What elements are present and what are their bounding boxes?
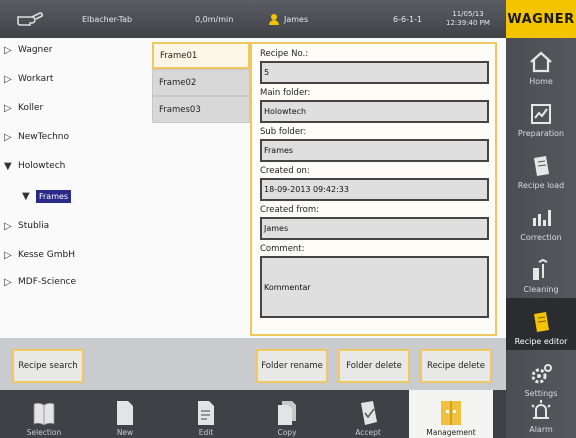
main-panel: ▷ Wagner ▷ Workart ▷ Koller ▷ NewTechno ▼ Hol…	[0, 38, 506, 338]
created-on-field[interactable]: 18-09-2013 09:42:33	[260, 178, 489, 201]
expand-arrow-icon[interactable]: ▷	[4, 103, 18, 114]
recipe-load-icon	[534, 156, 549, 176]
action-bar: Recipe search Folder rename Folder delet…	[0, 338, 506, 390]
top-bar: Elbacher-Tab 0,0m/min James 6-6-1-1 11/0…	[0, 0, 506, 38]
bottom-item-management[interactable]: Management	[409, 390, 493, 438]
user-icon	[269, 14, 279, 25]
tree-item-stublia[interactable]: ▷ Stublia	[4, 218, 49, 234]
folder-tree: ▷ Wagner ▷ Workart ▷ Koller ▷ NewTechno ▼ Hol…	[0, 38, 150, 338]
time: 12:39:40 PM	[446, 19, 490, 27]
sidebar-item-cleaning[interactable]: Cleaning	[506, 246, 576, 298]
recipe-no-field[interactable]: 5	[260, 61, 489, 84]
tree-item-mdf-science[interactable]: ▷ MDF-Science	[4, 274, 76, 290]
sidebar-item-preparation[interactable]: Preparation	[506, 90, 576, 142]
management-icon	[441, 401, 461, 425]
brand-logo: WAGNER	[506, 0, 576, 38]
sidebar-item-alarm[interactable]: Alarm	[506, 398, 576, 438]
main-folder-field[interactable]: Holowtech	[260, 100, 489, 123]
list-item[interactable]: Frames03	[152, 96, 250, 123]
accept-icon	[361, 401, 377, 425]
clock: 11/05/13 12:39:40 PM	[446, 0, 490, 38]
status-code: 6-6-1-1	[393, 14, 423, 24]
expand-arrow-icon[interactable]: ▷	[4, 74, 18, 85]
cleaning-icon	[533, 258, 548, 280]
comment-field[interactable]: Kommentar	[260, 256, 489, 318]
tree-item-koller[interactable]: ▷ Koller	[4, 100, 43, 116]
speed-readout: 0,0m/min	[195, 14, 234, 24]
edit-doc-icon	[198, 401, 214, 425]
expand-arrow-icon[interactable]: ▷	[4, 250, 18, 261]
sidebar-item-home[interactable]: Home	[506, 38, 576, 90]
sidebar-item-correction[interactable]: Correction	[506, 194, 576, 246]
home-icon	[530, 51, 552, 73]
recipe-list: Frame01 Frame02 Frames03	[152, 42, 250, 123]
tab-name: Elbacher-Tab	[82, 14, 133, 24]
recipe-delete-button[interactable]: Recipe delete	[420, 349, 492, 383]
recipe-details: Recipe No.: 5 Main folder: Holowtech Sub…	[250, 42, 497, 336]
list-item[interactable]: Frame01	[152, 42, 250, 69]
settings-icon	[531, 364, 552, 384]
collapse-arrow-icon[interactable]: ▼	[22, 191, 36, 202]
copy-icon	[278, 401, 296, 425]
user-name: James	[284, 14, 309, 24]
created-on-label: Created on:	[260, 166, 310, 176]
main-folder-label: Main folder:	[260, 88, 311, 98]
user-indicator[interactable]: James	[268, 0, 308, 38]
expand-arrow-icon[interactable]: ▷	[4, 132, 18, 143]
new-doc-icon	[117, 401, 133, 425]
preparation-icon	[531, 104, 551, 124]
sidebar-item-settings[interactable]: Settings	[506, 350, 576, 402]
collapse-arrow-icon[interactable]: ▼	[4, 161, 18, 172]
sidebar: Home Preparation Recipe load Correction …	[506, 38, 576, 438]
sub-folder-field[interactable]: Frames	[260, 139, 489, 162]
comment-label: Comment:	[260, 244, 305, 254]
created-from-field[interactable]: James	[260, 217, 489, 240]
expand-arrow-icon[interactable]: ▷	[4, 45, 18, 56]
bottom-item-selection[interactable]: Selection	[4, 390, 84, 438]
created-from-label: Created from:	[260, 205, 319, 215]
sidebar-item-recipe-load[interactable]: Recipe load	[506, 142, 576, 194]
bottom-item-copy[interactable]: Copy	[247, 390, 327, 438]
sub-folder-label: Sub folder:	[260, 127, 307, 137]
tree-item-holowtech[interactable]: ▼ Holowtech	[4, 158, 65, 174]
bottom-item-accept[interactable]: Accept	[328, 390, 408, 438]
bottom-item-new[interactable]: New	[85, 390, 165, 438]
recipe-search-button[interactable]: Recipe search	[12, 349, 84, 383]
tree-item-frames[interactable]: ▼ Frames	[22, 188, 72, 204]
hand-icon[interactable]	[16, 0, 46, 38]
recipe-editor-icon	[534, 312, 549, 332]
bottom-item-edit[interactable]: Edit	[166, 390, 246, 438]
recipe-no-label: Recipe No.:	[260, 49, 309, 59]
correction-icon	[533, 210, 551, 226]
tree-item-newtechno[interactable]: ▷ NewTechno	[4, 129, 69, 145]
tree-item-kesse-gmbh[interactable]: ▷ Kesse GmbH	[4, 247, 75, 263]
tree-item-wagner[interactable]: ▷ Wagner	[4, 42, 53, 58]
book-icon	[33, 402, 55, 426]
date: 11/05/13	[452, 10, 484, 18]
expand-arrow-icon[interactable]: ▷	[4, 221, 18, 232]
bottom-bar: Selection New Edit Copy Accept Managemen…	[0, 390, 506, 438]
list-item[interactable]: Frame02	[152, 69, 250, 96]
tree-item-workart[interactable]: ▷ Workart	[4, 71, 53, 87]
folder-delete-button[interactable]: Folder delete	[338, 349, 410, 383]
folder-rename-button[interactable]: Folder rename	[256, 349, 328, 383]
sidebar-item-recipe-editor[interactable]: Recipe editor	[506, 298, 576, 350]
expand-arrow-icon[interactable]: ▷	[4, 277, 18, 288]
alarm-icon	[531, 400, 551, 419]
